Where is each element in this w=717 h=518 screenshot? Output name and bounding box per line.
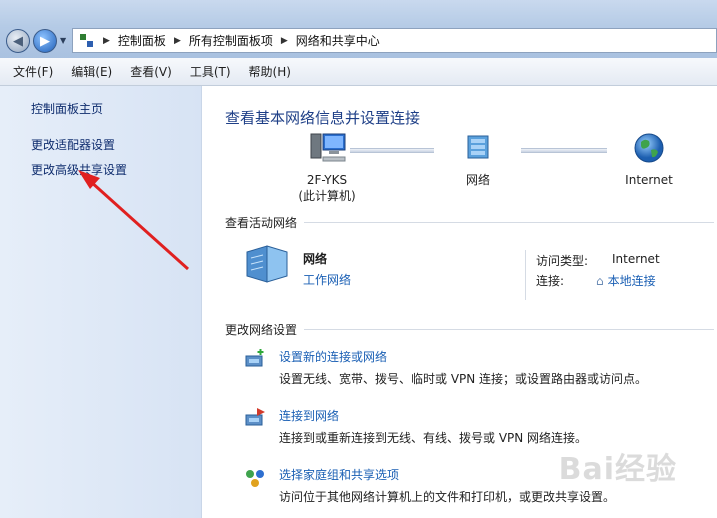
menu-file[interactable]: 文件(F): [10, 61, 56, 82]
computer-sub: (此计算机): [298, 189, 356, 203]
page-title: 查看基本网络信息并设置连接: [225, 109, 421, 127]
divider: [304, 222, 714, 223]
section-change-settings: 更改网络设置: [225, 323, 298, 337]
section-active-networks: 查看活动网络: [225, 216, 298, 230]
internet-label: Internet: [625, 173, 673, 187]
homegroup-icon: [246, 470, 264, 487]
link-change-adapter-settings[interactable]: 更改适配器设置: [31, 136, 115, 153]
back-arrow-icon: ◀: [13, 33, 23, 49]
active-network-type-link[interactable]: 工作网络: [303, 271, 351, 288]
menu-help[interactable]: 帮助(H): [246, 61, 294, 82]
address-bar[interactable]: ▶ 控制面板 ▶ 所有控制面板项 ▶ 网络和共享中心: [72, 28, 717, 53]
forward-button[interactable]: ▶: [33, 29, 57, 53]
history-dropdown-icon[interactable]: ▼: [60, 36, 66, 45]
connect-network-icon: [245, 408, 265, 426]
chevron-right-icon[interactable]: ▶: [281, 36, 288, 46]
map-link-line: [350, 148, 434, 153]
computer-name: 2F-YKS: [306, 173, 348, 187]
link-control-panel-home[interactable]: 控制面板主页: [31, 100, 103, 117]
task-desc: 连接到或重新连接到无线、有线、拨号或 VPN 网络连接。: [279, 431, 588, 445]
chevron-right-icon[interactable]: ▶: [174, 36, 181, 46]
map-link-line: [521, 148, 607, 153]
network-building-icon: [246, 245, 288, 283]
new-connection-icon: [245, 349, 264, 367]
connection-value[interactable]: ⌂ 本地连接: [596, 272, 656, 289]
breadcrumb-control-panel[interactable]: 控制面板: [118, 32, 166, 49]
task-desc: 访问位于其他网络计算机上的文件和打印机，或更改共享设置。: [279, 490, 616, 504]
window-titlebar: ◀ ▶ ▼ ▶ 控制面板 ▶ 所有控制面板项 ▶ 网络和共享中心: [0, 0, 717, 58]
access-type-label: 访问类型:: [536, 254, 589, 268]
map-network[interactable]: 网络: [453, 134, 503, 188]
menu-edit[interactable]: 编辑(E): [68, 61, 115, 82]
task-setup-connection[interactable]: 设置新的连接或网络 设置无线、宽带、拨号、临时或 VPN 连接；或设置路由器或访…: [243, 348, 713, 398]
local-connection-link[interactable]: 本地连接: [608, 274, 656, 288]
divider: [304, 329, 714, 330]
access-type-value: Internet: [612, 252, 660, 266]
menu-bar: 文件(F) 编辑(E) 查看(V) 工具(T) 帮助(H): [0, 58, 717, 86]
chevron-right-icon[interactable]: ▶: [103, 36, 110, 46]
task-title[interactable]: 设置新的连接或网络: [279, 348, 387, 365]
connection-label: 连接:: [536, 274, 565, 288]
network-label: 网络: [465, 173, 490, 187]
back-button[interactable]: ◀: [6, 29, 30, 53]
divider: [525, 250, 526, 300]
breadcrumb-network-center[interactable]: 网络和共享中心: [296, 32, 380, 49]
network-icon: [467, 135, 489, 159]
map-internet[interactable]: Internet: [619, 132, 679, 187]
link-change-advanced-sharing[interactable]: 更改高级共享设置: [31, 161, 127, 178]
task-desc: 设置无线、宽带、拨号、临时或 VPN 连接；或设置路由器或访问点。: [279, 372, 648, 386]
control-panel-icon: [79, 33, 95, 49]
menu-view[interactable]: 查看(V): [127, 61, 175, 82]
task-title[interactable]: 选择家庭组和共享选项: [279, 466, 399, 483]
menu-tools[interactable]: 工具(T): [187, 61, 234, 82]
breadcrumb-all-items[interactable]: 所有控制面板项: [189, 32, 273, 49]
task-title[interactable]: 连接到网络: [279, 407, 339, 424]
globe-icon: [634, 133, 664, 163]
forward-arrow-icon: ▶: [40, 33, 50, 49]
baidu-watermark: Bai经验: [558, 452, 677, 487]
active-network-name: 网络: [303, 252, 328, 266]
main-pane: 查看基本网络信息并设置连接 2F-YKS (此计算机) 网络 Internet …: [203, 86, 717, 518]
computer-icon: [310, 133, 346, 162]
ethernet-plug-icon: ⌂: [596, 274, 604, 288]
map-computer[interactable]: 2F-YKS (此计算机): [287, 130, 367, 204]
left-pane: 控制面板主页 更改适配器设置 更改高级共享设置: [0, 86, 202, 518]
